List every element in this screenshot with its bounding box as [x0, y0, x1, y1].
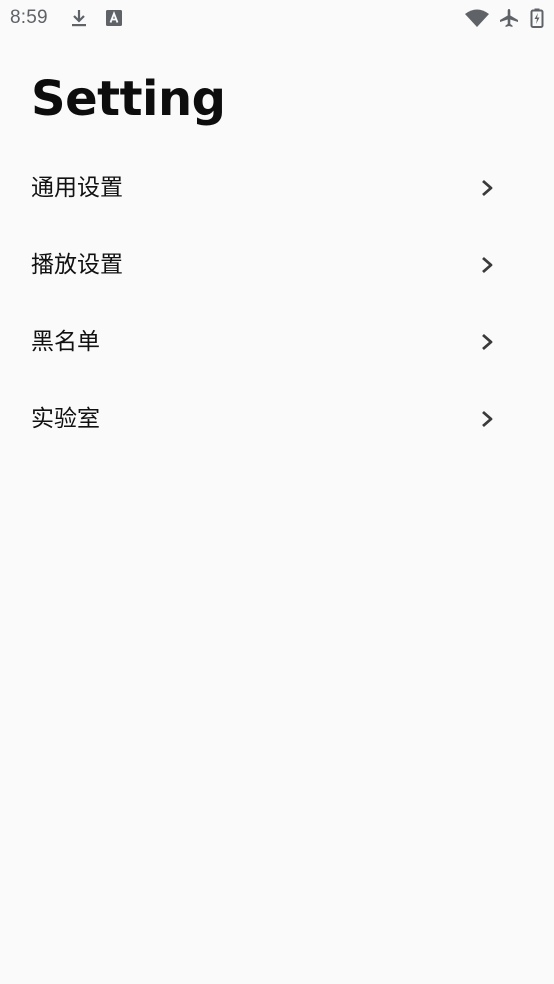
chevron-right-icon [482, 179, 493, 197]
status-time: 8:59 [10, 7, 48, 28]
status-bar: 8:59 [0, 0, 554, 38]
download-icon [72, 10, 86, 27]
setting-item-lab[interactable]: 实验室 [0, 381, 554, 458]
chevron-right-icon [482, 333, 493, 351]
setting-item-label: 播放设置 [31, 252, 123, 278]
wifi-icon [465, 9, 489, 27]
settings-list: 通用设置 播放设置 黑名单 实验室 [0, 150, 554, 458]
setting-item-label: 实验室 [31, 406, 100, 432]
chevron-right-icon [482, 410, 493, 428]
setting-item-general[interactable]: 通用设置 [0, 150, 554, 227]
setting-item-label: 黑名单 [31, 329, 100, 355]
setting-item-blacklist[interactable]: 黑名单 [0, 304, 554, 381]
airplane-mode-icon [500, 9, 518, 27]
chevron-right-icon [482, 256, 493, 274]
setting-item-label: 通用设置 [31, 175, 123, 201]
page-title: Setting [31, 71, 226, 127]
text-badge-icon [106, 10, 122, 26]
battery-charging-icon [530, 8, 544, 28]
setting-item-playback[interactable]: 播放设置 [0, 227, 554, 304]
